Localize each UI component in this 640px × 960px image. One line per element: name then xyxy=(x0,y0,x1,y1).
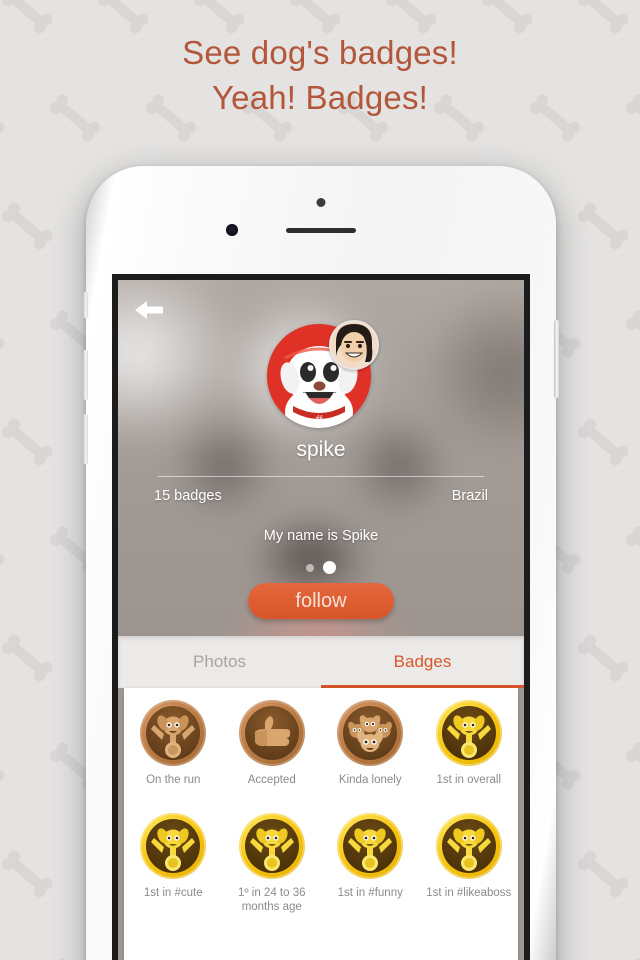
badge-item-4[interactable]: 1st in #cute xyxy=(124,801,223,914)
phone-screen-bezel: # spike 15 badges Brazil My name is Spik… xyxy=(112,274,530,960)
bone-icon xyxy=(0,848,55,900)
proximity-sensor-icon xyxy=(316,198,326,207)
bone-icon xyxy=(0,309,7,360)
medal-bronze-icon xyxy=(238,700,305,766)
app-screen: # spike 15 badges Brazil My name is Spik… xyxy=(118,280,524,960)
page-title: spike xyxy=(296,438,346,461)
back-arrow-icon[interactable] xyxy=(132,296,166,324)
bone-icon xyxy=(623,524,640,575)
bone-icon xyxy=(0,416,55,468)
bone-icon xyxy=(623,308,640,359)
medal-bronze-icon xyxy=(140,700,207,766)
profile-tabs: Photos Badges xyxy=(118,636,524,688)
badge-item-7[interactable]: 1st in #likeaboss xyxy=(420,801,519,914)
medal-gold-icon xyxy=(337,813,404,879)
bone-icon xyxy=(0,632,55,684)
divider xyxy=(158,476,484,477)
badges-count-label: 15 badges xyxy=(154,488,222,504)
medal-gold-icon xyxy=(435,813,502,879)
badge-item-0[interactable]: On the run xyxy=(124,688,223,787)
profile-bio: My name is Spike xyxy=(263,528,379,544)
bone-icon xyxy=(0,525,7,576)
power-button[interactable] xyxy=(554,320,559,398)
screenshot-root: See dog's badges! Yeah! Badges! # spike … xyxy=(0,0,640,960)
badge-item-3[interactable]: 1st in overall xyxy=(420,688,519,787)
bone-icon xyxy=(575,848,631,900)
badge-label: Kinda lonely xyxy=(338,774,402,786)
badge-label: 1st in #cute xyxy=(143,887,203,899)
profile-hero: # spike 15 badges Brazil My name is Spik… xyxy=(118,280,524,636)
medal-gold-icon xyxy=(238,813,305,879)
badge-item-1[interactable]: Accepted xyxy=(223,688,322,787)
phone-device-mockup: # spike 15 badges Brazil My name is Spik… xyxy=(83,166,559,960)
speaker-grille-icon xyxy=(286,228,356,233)
follow-button[interactable]: follow xyxy=(248,583,394,619)
pager-dots[interactable] xyxy=(118,561,524,574)
badge-label: 1st in #funny xyxy=(337,887,403,899)
bone-icon xyxy=(575,200,631,252)
bone-icon xyxy=(575,416,631,468)
avatar[interactable]: # xyxy=(267,320,379,432)
badge-label: On the run xyxy=(146,774,201,786)
mute-switch-button[interactable] xyxy=(83,292,88,318)
tab-photos[interactable]: Photos xyxy=(118,636,321,688)
tab-badges[interactable]: Badges xyxy=(321,636,524,688)
badge-item-2[interactable]: Kinda lonely xyxy=(321,688,420,787)
pager-dot-1[interactable] xyxy=(306,563,314,572)
svg-text:#: # xyxy=(315,412,323,427)
badge-item-6[interactable]: 1st in #funny xyxy=(321,801,420,914)
bone-icon xyxy=(0,200,55,252)
badge-label: Accepted xyxy=(247,774,296,786)
pager-dot-2[interactable] xyxy=(323,561,336,574)
badge-label: 1st in overall xyxy=(436,774,502,786)
medal-gold-icon xyxy=(435,700,502,766)
headline-line-1: See dog's badges! xyxy=(182,34,458,71)
volume-up-button[interactable] xyxy=(83,350,88,400)
country-label: Brazil xyxy=(451,488,488,504)
badge-row: 1st in #cute 1º in 24 to 36 months age 1… xyxy=(124,801,518,914)
badge-label: 1º in 24 to 36 months age xyxy=(237,887,306,913)
badge-label: 1st in #likeaboss xyxy=(426,887,512,899)
bone-icon xyxy=(575,632,631,684)
promo-headline: See dog's badges! Yeah! Badges! xyxy=(0,30,640,120)
medal-bronze-icon xyxy=(337,700,404,766)
headline-line-2: Yeah! Badges! xyxy=(211,79,429,116)
bone-icon xyxy=(0,741,7,792)
badge-row: On the run Accepted Kinda lonely 1st in … xyxy=(124,688,518,787)
badge-item-5[interactable]: 1º in 24 to 36 months age xyxy=(223,801,322,914)
user-avatar-icon xyxy=(329,320,379,370)
medal-gold-icon xyxy=(140,813,207,879)
bone-icon xyxy=(623,740,640,791)
badge-grid: On the run Accepted Kinda lonely 1st in … xyxy=(124,688,518,960)
front-camera-icon xyxy=(226,224,238,236)
volume-down-button[interactable] xyxy=(83,414,88,464)
